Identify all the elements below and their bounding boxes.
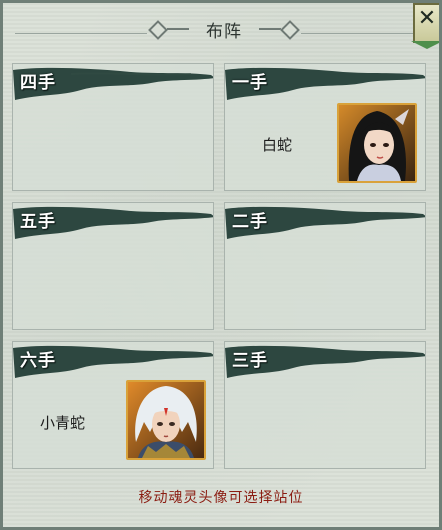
white-snake-portrait[interactable] <box>337 103 417 183</box>
slot-four[interactable]: 四手 <box>12 63 214 191</box>
close-button[interactable]: ✕ <box>399 3 439 49</box>
title-divider-left <box>15 33 147 34</box>
slot-one[interactable]: 一手 白蛇 <box>224 63 426 191</box>
green-snake-portrait[interactable] <box>126 380 206 460</box>
slot-label: 六手 <box>20 351 56 371</box>
slot-label: 四手 <box>20 73 56 93</box>
green-snake-portrait-icon <box>128 382 204 458</box>
slot-two[interactable]: 二手 <box>224 202 426 330</box>
slot-label: 三手 <box>232 351 268 371</box>
slot-label: 一手 <box>232 73 268 93</box>
slot-label: 二手 <box>232 212 268 232</box>
close-icon: ✕ <box>417 6 437 31</box>
white-snake-portrait-icon <box>339 105 415 181</box>
title-bar: 布阵 <box>3 3 439 51</box>
slot-label: 五手 <box>20 212 56 232</box>
formation-window: 布阵 ✕ 四手 一手 白蛇 五手 二手 六手 小青蛇 三手 移动魂灵头像可选择站… <box>0 0 442 530</box>
window-title: 布阵 <box>206 22 242 42</box>
title-plate: 布阵 <box>147 17 301 47</box>
hero-name: 小青蛇 <box>40 414 86 432</box>
hero-name: 白蛇 <box>262 136 293 154</box>
slot-three[interactable]: 三手 <box>224 341 426 469</box>
formation-hint: 移动魂灵头像可选择站位 <box>138 490 304 506</box>
close-button-ribbon <box>411 41 439 49</box>
slot-five[interactable]: 五手 <box>12 202 214 330</box>
slot-six[interactable]: 六手 小青蛇 <box>12 341 214 469</box>
